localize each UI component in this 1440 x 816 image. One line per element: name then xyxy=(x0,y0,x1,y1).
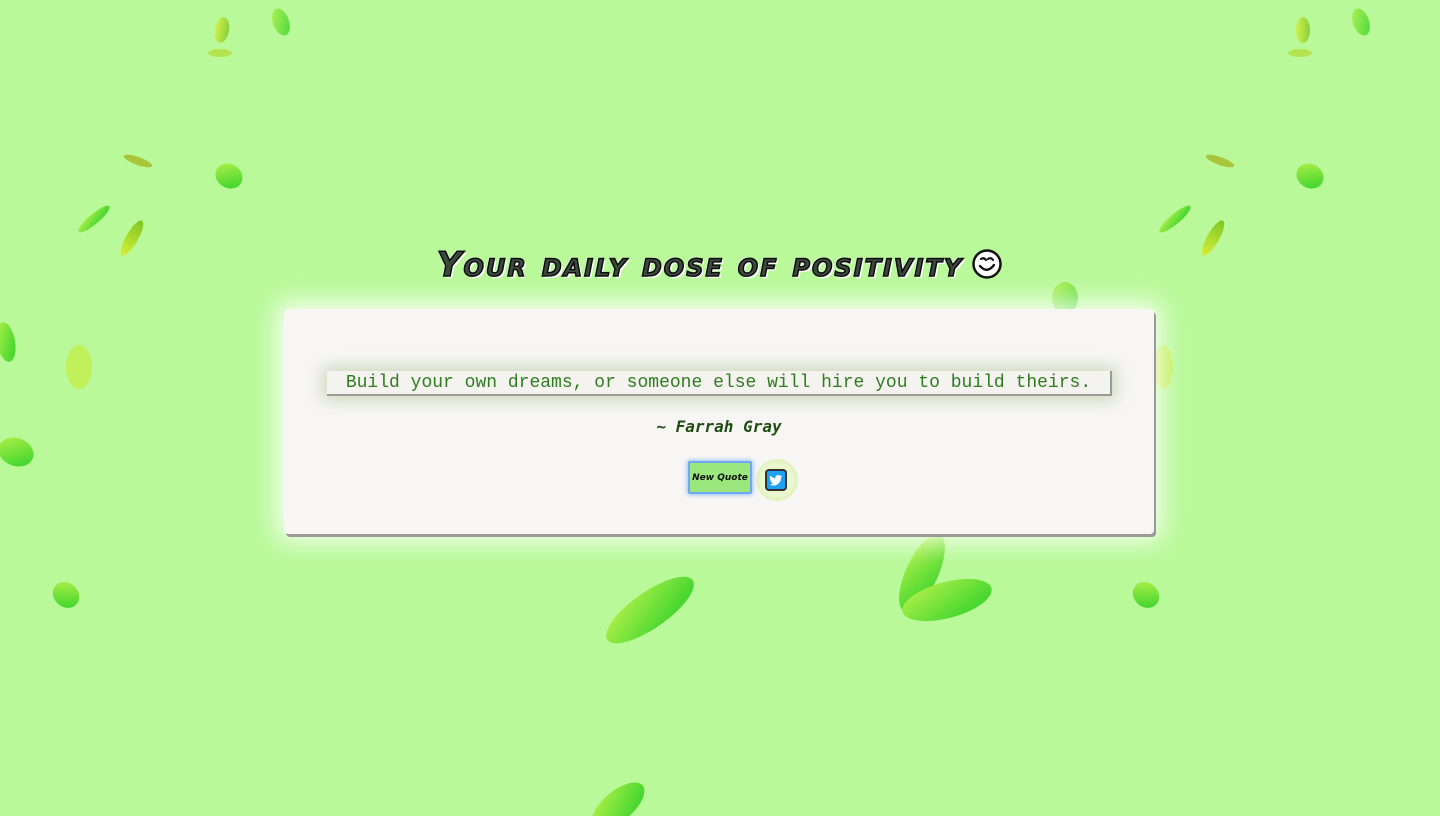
leaf-icon xyxy=(606,576,694,644)
leaf-icon xyxy=(1296,17,1310,43)
quote-text: Build your own dreams, or someone else w… xyxy=(345,373,1092,393)
leaf-icon xyxy=(1159,205,1191,233)
leaf-icon xyxy=(0,437,34,467)
leaf-icon xyxy=(123,154,153,168)
leaf-icon xyxy=(1153,345,1173,389)
leaf-icon xyxy=(1296,163,1324,189)
leaf-icon xyxy=(78,205,110,233)
quote-author: ~ Farrah Gray xyxy=(656,417,782,436)
tweet-quote-button[interactable] xyxy=(756,459,798,501)
leaf-icon xyxy=(215,163,243,189)
quote-box: Build your own dreams, or someone else w… xyxy=(327,371,1112,396)
leaf-icon xyxy=(1205,154,1235,168)
smiley-face-icon xyxy=(971,248,1003,289)
page-title-text: Your daily dose of positivity xyxy=(436,244,964,286)
leaf-icon xyxy=(214,17,230,43)
quote-card: Build your own dreams, or someone else w… xyxy=(284,309,1154,534)
leaf-icon xyxy=(52,582,80,608)
leaf-icon xyxy=(66,345,92,389)
leaf-icon xyxy=(1352,8,1370,36)
leaf-icon xyxy=(1288,49,1312,57)
leaf-icon xyxy=(1132,582,1160,608)
leaf-icon xyxy=(208,49,232,57)
leaf-icon xyxy=(591,782,645,816)
leaf-icon xyxy=(272,8,290,36)
leaf-icon xyxy=(0,322,16,362)
page-title: Your daily dose of positivity xyxy=(0,244,1440,289)
twitter-bird-icon xyxy=(765,469,787,491)
new-quote-button[interactable]: New Quote xyxy=(688,461,752,494)
